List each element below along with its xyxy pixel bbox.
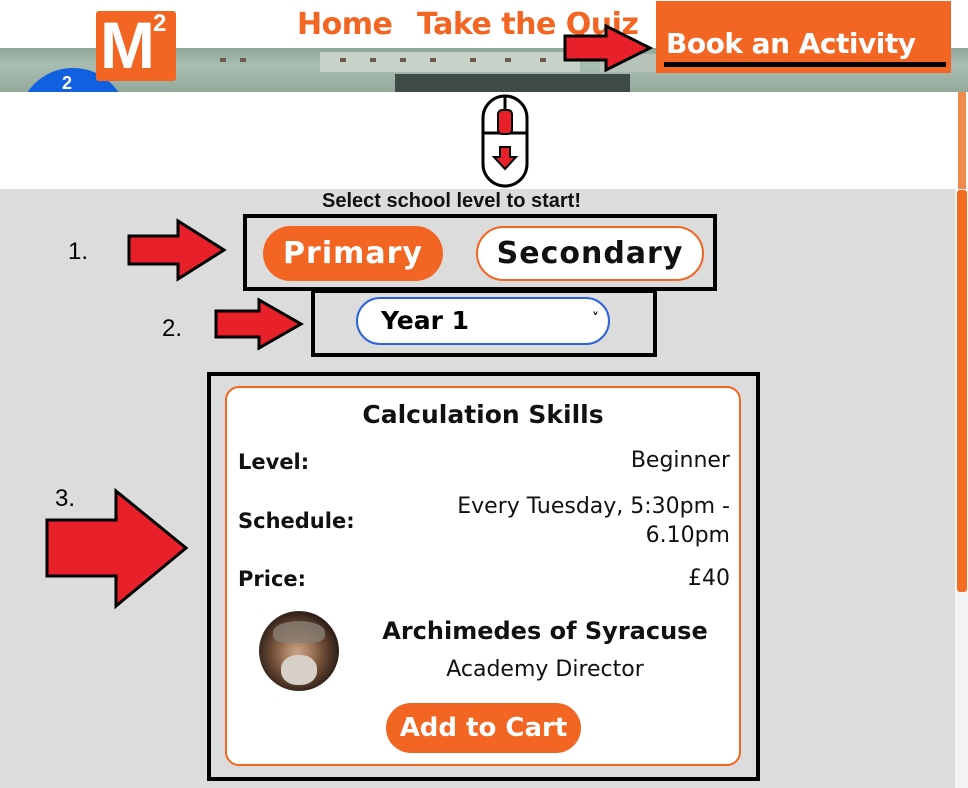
- tutor-avatar: [259, 611, 339, 691]
- hero-badge-text: 2: [62, 73, 73, 93]
- add-to-cart-button[interactable]: Add to Cart: [386, 703, 581, 753]
- secondary-level-button[interactable]: Secondary: [476, 226, 704, 281]
- nav-book-label[interactable]: Book an Activity: [666, 27, 916, 60]
- scrollbar-thumb-upper[interactable]: [958, 92, 966, 189]
- step-number-2: 2.: [162, 315, 183, 342]
- step-number-1: 1.: [68, 238, 89, 265]
- scrollbar-thumb[interactable]: [957, 190, 967, 592]
- arrow-right-icon: [45, 488, 189, 610]
- arrow-right-icon: [214, 297, 305, 351]
- select-level-heading: Select school level to start!: [322, 190, 581, 212]
- level-value: Beginner: [630, 448, 730, 473]
- level-label: Level:: [238, 450, 310, 474]
- nav-active-underline: [664, 62, 946, 67]
- nav-home-link[interactable]: Home: [297, 7, 393, 42]
- arrow-right-icon: [563, 24, 654, 72]
- tutor-name: Archimedes of Syracuse: [382, 617, 708, 645]
- logo-letter: M: [100, 8, 155, 82]
- schedule-label: Schedule:: [238, 509, 355, 533]
- price-label: Price:: [238, 567, 307, 591]
- price-value: £40: [688, 566, 730, 591]
- primary-level-button[interactable]: Primary: [263, 226, 443, 281]
- logo-superscript: 2: [153, 10, 167, 37]
- year-select-value[interactable]: Year 1: [381, 306, 469, 335]
- mouse-scroll-icon: [481, 94, 529, 188]
- schedule-value: Every Tuesday, 5:30pm - 6.10pm: [457, 494, 730, 548]
- chevron-down-icon[interactable]: ˅: [592, 311, 599, 327]
- activity-title: Calculation Skills: [362, 400, 604, 429]
- tutor-role: Academy Director: [446, 657, 644, 682]
- arrow-right-icon: [127, 218, 227, 282]
